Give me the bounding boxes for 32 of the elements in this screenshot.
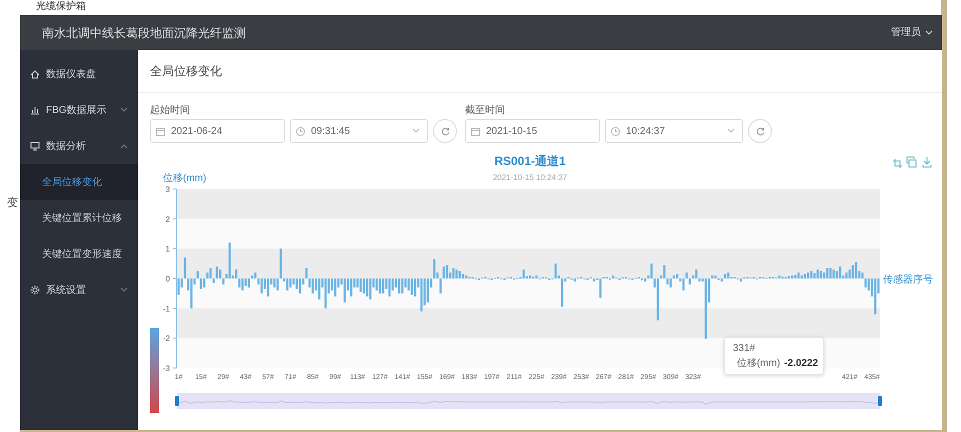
field-label: 起始时间 [150,105,191,116]
caption-text: 光缆保护箱 [35,0,87,14]
tick-label: 1 [166,244,170,254]
user-menu[interactable]: 管理员 [890,24,934,41]
tick-label: -2 [162,334,170,344]
sidebar-item[interactable]: FBG数据展示 [20,92,138,128]
chart-subtitle: 2021-10-15 10:24:37 [492,173,568,182]
partial-text: 变 [7,197,18,209]
app-title: 南水北调中线长葛段地面沉降光纤监测 [42,24,246,42]
tick-label: 3 [166,185,170,194]
time-field[interactable]: 10:24:37 [605,119,743,143]
date-field[interactable]: 2021-06-24 [150,119,285,143]
tick-label: 0 [166,274,170,284]
sidebar-item[interactable]: 系统设置 [20,272,138,308]
sidebar-item[interactable]: 数据仪表盘 [20,56,138,92]
sidebar-item[interactable]: 数据分析 [20,128,138,164]
series-value: -2.0222 [784,356,818,371]
tick-label: -1 [162,304,170,314]
axis-title: 位移(mm) [163,173,206,184]
field-label: 截至时间 [465,105,506,116]
axis-title: 传感器序号 [883,274,933,286]
tooltip-title: 331# [732,342,756,356]
tick-label: 2 [166,214,170,224]
series-name: 位移(mm) [736,356,780,371]
submenu-item[interactable]: 关键位置累计位移 [20,200,138,236]
date-field[interactable]: 2021-10-15 [465,119,600,143]
submenu-item[interactable]: 全局位移变化 [20,164,138,200]
chart-title: RS001-通道1 [494,154,566,168]
page-title: 全局位移变化 [150,63,222,80]
tick-label: -3 [162,364,170,373]
submenu-item[interactable]: 关键位置变形速度 [20,236,138,272]
time-field[interactable]: 09:31:45 [290,119,428,143]
